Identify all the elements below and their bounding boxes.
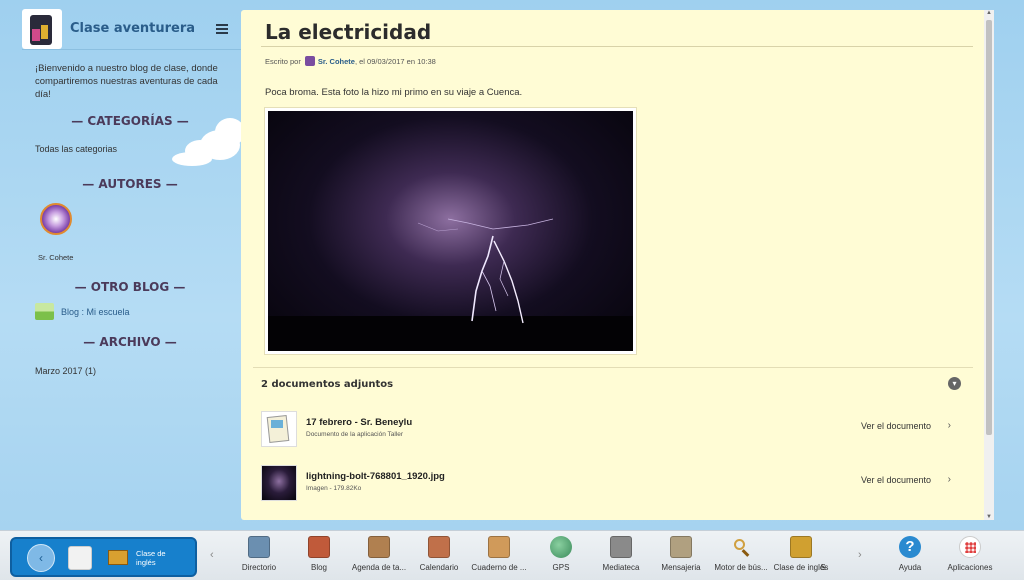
dock-item-gps[interactable]: GPS: [529, 536, 593, 572]
post-panel: La electricidad Escrito por Sr. Cohete ,…: [241, 10, 994, 520]
english-class-icon: [790, 536, 812, 558]
lightning-photo: [268, 111, 633, 351]
dock-scroll-left-icon[interactable]: ‹: [210, 549, 214, 561]
attachments-divider: [253, 367, 973, 368]
english-class-small-icon[interactable]: [108, 550, 128, 565]
other-blog-heading: — OTRO BLOG —: [74, 280, 186, 294]
author-avatar[interactable]: [40, 203, 72, 235]
title-divider: [261, 46, 973, 47]
dock-item-directorio[interactable]: Directorio: [227, 536, 291, 572]
categories-heading: — CATEGORÍAS —: [71, 114, 189, 128]
dock-label: Directorio: [241, 563, 277, 572]
dock-label: Calendario: [419, 563, 459, 572]
scrollbar[interactable]: ▲ ▼: [984, 10, 994, 520]
media-icon: [610, 536, 632, 558]
dock-item-cuaderno-de[interactable]: Cuaderno de ...: [467, 536, 531, 572]
attachment-name: 17 febrero - Sr. Beneylu: [306, 417, 413, 428]
archive-item[interactable]: Marzo 2017 (1): [35, 366, 96, 376]
authors-heading: — AUTORES —: [82, 177, 178, 191]
app-dock: ‹ Clase de inglés ‹ Directorio Blog Agenda…: [0, 530, 1024, 580]
document-icon: [261, 411, 297, 447]
dock-scroll-right-icon[interactable]: ›: [858, 549, 862, 561]
calendar-icon: [428, 536, 450, 558]
pencil-app-icon[interactable]: [68, 546, 92, 570]
collapse-icon[interactable]: ▾: [948, 377, 961, 390]
attachment-type: Documento de la aplicación Taller: [306, 431, 404, 438]
attachments-header: 2 documentos adjuntos: [261, 379, 394, 390]
other-blog-link[interactable]: Blog : Mi escuela: [61, 307, 130, 317]
dock-item-calendario[interactable]: Calendario: [407, 536, 471, 572]
dock-label: Mensajeria: [661, 563, 701, 572]
dock-label: S: [820, 563, 826, 572]
chevron-right-icon[interactable]: ›: [948, 420, 951, 431]
scroll-down-icon[interactable]: ▼: [985, 514, 993, 520]
dock-item-s[interactable]: S: [813, 536, 833, 572]
back-icon[interactable]: ‹: [27, 544, 55, 572]
scroll-thumb[interactable]: [986, 20, 992, 435]
dock-item-blog[interactable]: Blog: [287, 536, 351, 572]
written-by-label: Escrito por: [265, 56, 301, 66]
archive-heading: — ARCHIVO —: [83, 335, 177, 349]
sidebar: Clase aventurera ¡Bienvenido a nuestro b…: [0, 0, 242, 530]
directory-icon: [248, 536, 270, 558]
all-categories-link[interactable]: Todas las categorias: [35, 144, 117, 154]
post-author-link[interactable]: Sr. Cohete: [318, 57, 355, 66]
help-icon: ?: [899, 536, 921, 558]
author-mini-avatar: [304, 56, 315, 66]
dock-label: Aplicaciones: [947, 563, 993, 572]
mail-icon: [670, 536, 692, 558]
menu-icon[interactable]: [216, 23, 232, 35]
dock-label: Ayuda: [898, 563, 922, 572]
author-name[interactable]: Sr. Cohete: [38, 253, 73, 262]
sidebar-header: Clase aventurera: [22, 8, 242, 50]
dock-item-aplicaciones[interactable]: Aplicaciones: [938, 536, 1002, 572]
dock-label: Mediateca: [602, 563, 640, 572]
blog-icon: [308, 536, 330, 558]
post-meta: Escrito por Sr. Cohete , el 09/03/2017 e…: [265, 56, 436, 66]
apps-grid-icon: [959, 536, 981, 558]
school-blog-icon: [35, 303, 54, 320]
dock-item-mediateca[interactable]: Mediateca: [589, 536, 653, 572]
image-thumbnail: [261, 465, 297, 501]
notebook-icon: [488, 536, 510, 558]
dock-item-agenda-de-ta[interactable]: Agenda de ta...: [347, 536, 411, 572]
post-date: , el 09/03/2017 en 10:38: [354, 56, 436, 66]
dock-item-ayuda[interactable]: ? Ayuda: [878, 536, 942, 572]
attachment-type: Imagen - 179.82Ko: [306, 485, 362, 492]
dock-label: Motor de bús...: [714, 563, 768, 572]
attachment-row[interactable]: lightning-bolt-768801_1920.jpg Imagen - …: [261, 465, 961, 501]
dock-label: Agenda de ta...: [351, 563, 407, 572]
view-document-link[interactable]: Ver el documento: [861, 421, 931, 431]
class-logo[interactable]: [22, 8, 62, 49]
dock-item-mensajeria[interactable]: Mensajeria: [649, 536, 713, 572]
search-icon: [730, 536, 752, 558]
globe-icon: [550, 536, 572, 558]
dock-label: GPS: [552, 563, 570, 572]
post-title: La electricidad: [265, 20, 432, 44]
post-body: Poca broma. Esta foto la hizo mi primo e…: [265, 87, 523, 98]
dock-label: Blog: [310, 563, 327, 572]
attachment-name: lightning-bolt-768801_1920.jpg: [306, 471, 445, 482]
current-app-label: Clase de inglés: [136, 549, 166, 567]
attachment-row[interactable]: 17 febrero - Sr. Beneylu Documento de la…: [261, 411, 961, 447]
view-document-link[interactable]: Ver el documento: [861, 475, 931, 485]
current-app-panel: ‹ Clase de inglés: [10, 537, 197, 577]
post-image[interactable]: [264, 107, 637, 355]
class-title[interactable]: Clase aventurera: [70, 21, 216, 36]
scroll-up-icon[interactable]: ▲: [985, 10, 993, 16]
agenda-icon: [368, 536, 390, 558]
chevron-right-icon[interactable]: ›: [948, 474, 951, 485]
welcome-text: ¡Bienvenido a nuestro blog de clase, don…: [35, 63, 218, 100]
dock-label: Cuaderno de ...: [471, 563, 527, 572]
dock-item-motor-de-bús[interactable]: Motor de bús...: [709, 536, 773, 572]
